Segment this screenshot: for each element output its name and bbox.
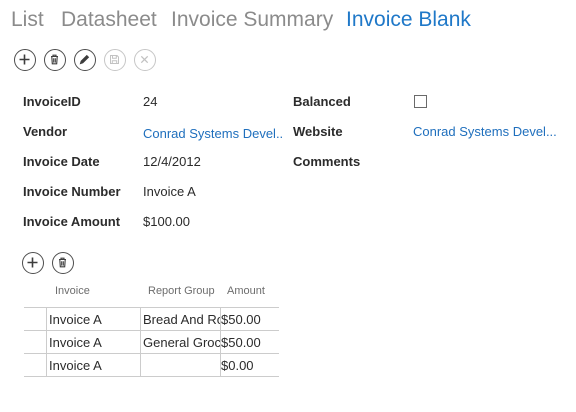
amount-cell[interactable]: $50.00: [220, 331, 279, 353]
trash-icon: [59, 257, 66, 268]
invoice-cell[interactable]: Invoice A: [46, 354, 140, 376]
trash-icon: [51, 54, 58, 65]
vendor-link[interactable]: Conrad Systems Devel...: [143, 126, 283, 141]
invoice-date-label: Invoice Date: [23, 154, 100, 169]
amount-cell[interactable]: $50.00: [220, 308, 279, 330]
column-header-amount[interactable]: Amount: [227, 285, 265, 297]
tab-list[interactable]: List: [11, 6, 44, 34]
website-link[interactable]: Conrad Systems Devel...: [413, 124, 558, 139]
vendor-label: Vendor: [23, 124, 68, 139]
row-selector[interactable]: [24, 331, 46, 353]
table-row[interactable]: Invoice A Bread And Rolls $50.00: [24, 307, 279, 330]
column-divider: [220, 307, 221, 377]
website-label: Website: [293, 124, 343, 139]
table-row[interactable]: Invoice A $0.00: [24, 353, 279, 377]
comments-label: Comments: [293, 154, 361, 169]
subgrid-add-button[interactable]: [22, 252, 44, 274]
invoice-amount-label: Invoice Amount: [23, 214, 121, 229]
report-group-cell[interactable]: Bread And Rolls: [140, 308, 220, 330]
column-header-invoice[interactable]: Invoice: [55, 285, 90, 297]
delete-button[interactable]: [44, 49, 66, 71]
report-group-cell[interactable]: [140, 354, 220, 376]
column-header-report-group[interactable]: Report Group: [148, 285, 215, 297]
tab-datasheet[interactable]: Datasheet: [61, 6, 157, 34]
column-divider: [46, 307, 47, 377]
report-group-cell[interactable]: General Grocery: [140, 331, 220, 353]
edit-button[interactable]: [74, 49, 96, 71]
table-row[interactable]: Invoice A General Grocery $50.00: [24, 330, 279, 353]
cancel-button[interactable]: [134, 49, 156, 71]
plus-icon: [19, 54, 30, 65]
pencil-icon: [79, 54, 90, 65]
invoice-id-label: InvoiceID: [23, 94, 81, 109]
save-icon: [110, 55, 119, 64]
balanced-label: Balanced: [293, 94, 351, 109]
add-button[interactable]: [14, 49, 36, 71]
row-selector[interactable]: [24, 308, 46, 330]
invoice-number-value: Invoice A: [143, 184, 196, 199]
tab-invoice-summary[interactable]: Invoice Summary: [171, 6, 333, 34]
save-button[interactable]: [104, 49, 126, 71]
invoice-id-value: 24: [143, 94, 158, 109]
plus-icon: [27, 257, 38, 268]
tab-invoice-blank[interactable]: Invoice Blank: [346, 6, 471, 34]
invoice-amount-value: $100.00: [143, 214, 190, 229]
invoice-cell[interactable]: Invoice A: [46, 308, 140, 330]
invoice-cell[interactable]: Invoice A: [46, 331, 140, 353]
row-selector[interactable]: [24, 354, 46, 376]
balanced-checkbox[interactable]: [414, 95, 427, 108]
amount-cell[interactable]: $0.00: [220, 354, 279, 376]
column-divider: [140, 307, 141, 377]
close-icon: [140, 55, 149, 64]
invoice-date-value: 12/4/2012: [143, 154, 201, 169]
invoice-number-label: Invoice Number: [23, 184, 121, 199]
subgrid-delete-button[interactable]: [52, 252, 74, 274]
